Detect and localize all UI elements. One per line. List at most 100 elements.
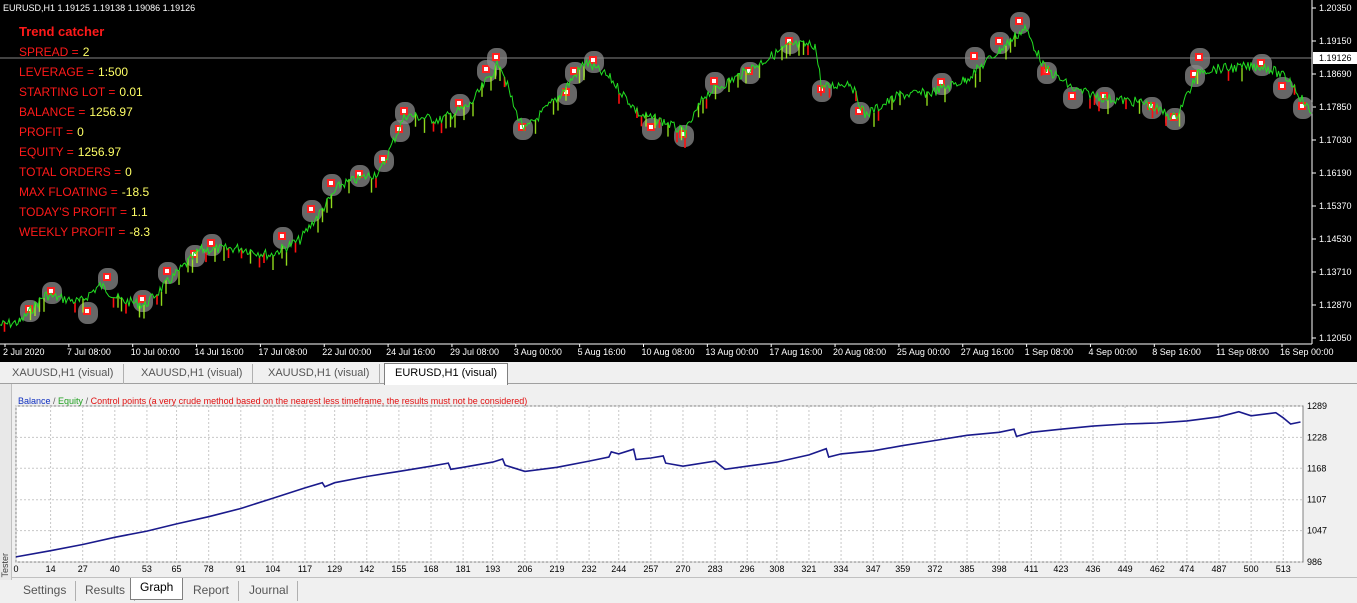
balance-x-tick: 411 [1024, 564, 1038, 574]
time-axis-label: 20 Aug 08:00 [833, 347, 886, 357]
chart-tab[interactable]: EURUSD,H1 (visual) [384, 363, 509, 385]
info-row: EQUITY = 1256.97 [19, 142, 150, 162]
tester-side-strip: Tester [0, 384, 12, 580]
info-value: 2 [82, 45, 90, 59]
info-row: PROFIT = 0 [19, 122, 150, 142]
balance-x-tick: 244 [611, 564, 626, 574]
info-row: LEVERAGE = 1:500 [19, 62, 150, 82]
info-label: MAX FLOATING = [19, 185, 118, 199]
time-axis-label: 13 Aug 00:00 [705, 347, 758, 357]
balance-y-tick: 1107 [1307, 495, 1326, 505]
balance-x-tick: 423 [1053, 564, 1068, 574]
info-label: TODAY'S PROFIT = [19, 205, 127, 219]
price-chart-canvas[interactable]: 1.20350 1.19150 1.18690 1.17850 1.17030 1.161… [0, 0, 1357, 362]
tab-graph[interactable]: Graph [130, 578, 184, 600]
balance-x-tick: 487 [1211, 564, 1226, 574]
balance-y-tick: 1228 [1307, 432, 1327, 442]
time-axis-label: 17 Aug 16:00 [769, 347, 822, 357]
info-value: 0.01 [119, 85, 143, 99]
legend-equity: Equity [58, 396, 84, 406]
legend-separator: / [83, 396, 91, 406]
time-axis-label: 3 Aug 00:00 [514, 347, 562, 357]
balance-y-tick: 1168 [1307, 463, 1326, 473]
time-axis-label: 10 Jul 00:00 [131, 347, 180, 357]
price-axis-label: 1.16190 [1319, 168, 1352, 178]
info-label: EQUITY = [19, 145, 74, 159]
price-axis-label: 1.15370 [1319, 201, 1352, 211]
price-axis-label: 1.12870 [1319, 300, 1352, 310]
info-row: BALANCE = 1256.97 [19, 102, 150, 122]
ea-title: Trend catcher [19, 24, 105, 39]
info-label: LEVERAGE = [19, 65, 95, 79]
info-value: 1:500 [98, 65, 129, 79]
info-value: 0 [125, 165, 132, 179]
chart-tab[interactable]: XAUUSD,H1 (visual) [131, 364, 254, 384]
info-label: TOTAL ORDERS = [19, 165, 122, 179]
price-axis-label: 1.18690 [1319, 69, 1352, 79]
info-value: -18.5 [121, 185, 150, 199]
time-axis-label: 16 Sep 00:00 [1280, 347, 1334, 357]
balance-x-tick: 14 [46, 564, 56, 574]
chart-tab[interactable]: XAUUSD,H1 (visual) [258, 364, 381, 384]
tab-report[interactable]: Report [184, 581, 240, 601]
info-label: STARTING LOT = [19, 85, 116, 99]
legend-control-points: Control points (a very crude method base… [90, 396, 528, 406]
balance-x-tick: 53 [142, 564, 152, 574]
price-axis-label: 1.17850 [1319, 102, 1352, 112]
balance-x-tick: 385 [960, 564, 975, 574]
time-axis-label: 22 Jul 00:00 [322, 347, 371, 357]
time-axis-label: 2 Jul 2020 [3, 347, 45, 357]
info-row: TOTAL ORDERS = 0 [19, 162, 150, 182]
balance-x-tick: 347 [866, 564, 881, 574]
balance-x-tick: 129 [327, 564, 342, 574]
time-axis-label: 24 Jul 16:00 [386, 347, 435, 357]
tab-results[interactable]: Results [76, 581, 136, 601]
time-axis-label: 25 Aug 00:00 [897, 347, 950, 357]
balance-x-tick: 0 [13, 564, 18, 574]
balance-x-tick: 27 [78, 564, 88, 574]
ea-info-panel: Trend catcher SPREAD = 2 LEVERAGE = 1:500 ST… [19, 22, 150, 242]
info-value: 1.1 [130, 205, 148, 219]
chart-tab-strip: XAUUSD,H1 (visual) XAUUSD,H1 (visual) XAUU… [0, 362, 1357, 385]
time-axis-label: 17 Jul 08:00 [258, 347, 307, 357]
balance-x-tick: 219 [549, 564, 564, 574]
balance-x-tick: 308 [769, 564, 784, 574]
price-axis-label: 1.20350 [1319, 3, 1352, 13]
balance-graph[interactable]: 1289 1228 1168 1107 1047 986 0 14 27 40 53 65 78 91 10… [12, 392, 1357, 576]
balance-graph-canvas: 1289 1228 1168 1107 1047 986 0 14 27 40 53 65 78 91 10… [13, 401, 1327, 574]
balance-x-tick: 142 [359, 564, 374, 574]
balance-x-tick: 474 [1179, 564, 1194, 574]
time-axis-label: 7 Jul 08:00 [67, 347, 111, 357]
chart-tab[interactable]: XAUUSD,H1 (visual) [2, 364, 125, 384]
balance-x-tick: 359 [895, 564, 910, 574]
balance-x-tick: 513 [1276, 564, 1291, 574]
balance-x-tick: 232 [582, 564, 597, 574]
legend-separator: / [50, 396, 59, 406]
price-chart[interactable]: 1.20350 1.19150 1.18690 1.17850 1.17030 1.161… [0, 0, 1357, 362]
time-axis-label: 29 Jul 08:00 [450, 347, 499, 357]
legend-balance: Balance [18, 396, 51, 406]
balance-x-tick: 372 [927, 564, 942, 574]
balance-x-tick: 449 [1118, 564, 1133, 574]
price-line [0, 23, 1312, 329]
current-price-tag: 1.19126 [1319, 53, 1352, 63]
price-axis-label: 1.12050 [1319, 333, 1352, 343]
info-row: SPREAD = 2 [19, 42, 150, 62]
balance-x-tick: 321 [801, 564, 816, 574]
balance-x-tick: 436 [1086, 564, 1101, 574]
graph-legend: Balance / Equity / Control points (a ver… [18, 396, 527, 406]
balance-x-tick: 296 [740, 564, 755, 574]
chart-symbol-header: EURUSD,H1 1.19125 1.19138 1.19086 1.1912… [3, 3, 196, 13]
info-row: STARTING LOT = 0.01 [19, 82, 150, 102]
time-axis-label: 4 Sep 00:00 [1088, 347, 1137, 357]
tab-settings[interactable]: Settings [14, 581, 77, 601]
balance-x-tick: 91 [236, 564, 246, 574]
balance-y-tick: 1047 [1307, 526, 1327, 536]
balance-x-tick: 462 [1150, 564, 1165, 574]
info-value: 0 [77, 125, 84, 139]
balance-x-tick: 257 [643, 564, 658, 574]
tab-journal[interactable]: Journal [240, 581, 299, 601]
time-axis-label: 27 Aug 16:00 [961, 347, 1014, 357]
info-row: TODAY'S PROFIT = 1.1 [19, 202, 150, 222]
balance-y-tick: 986 [1307, 557, 1322, 567]
